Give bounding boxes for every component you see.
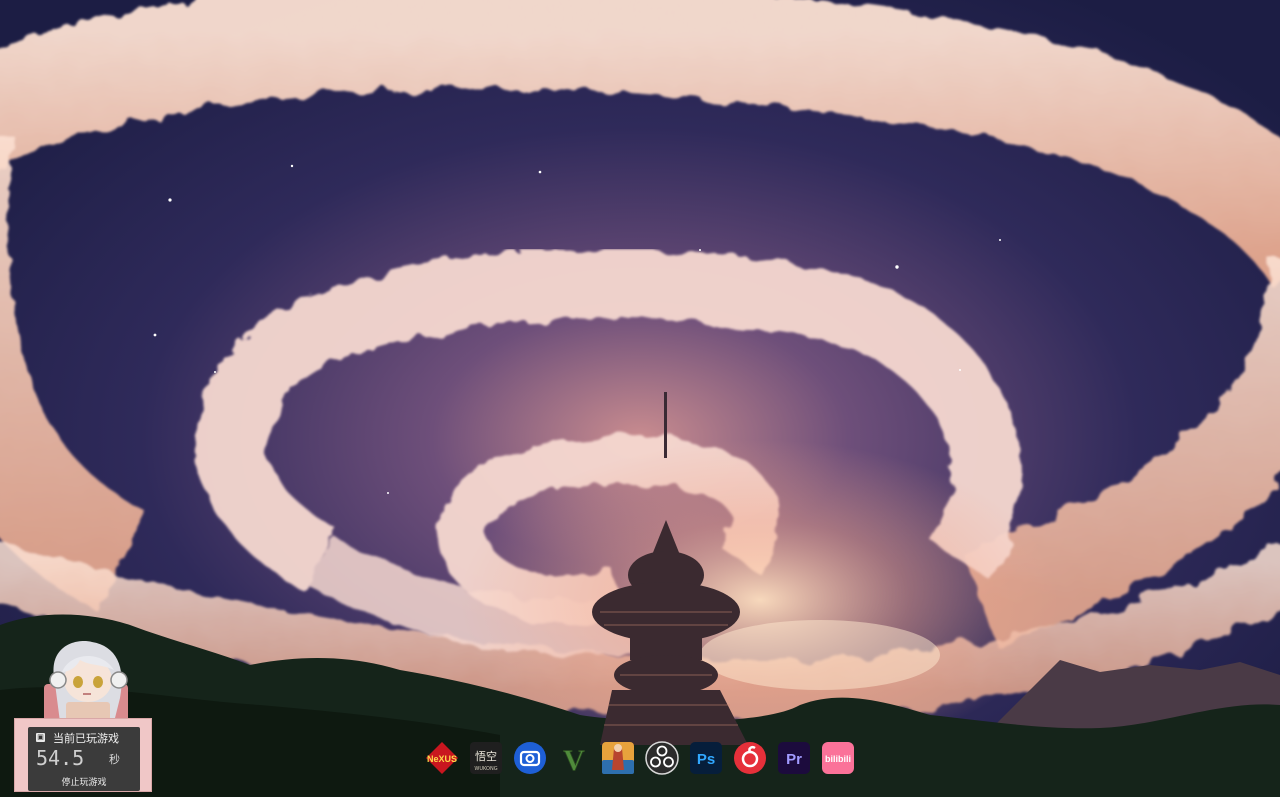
premiere-icon[interactable]: Pr: [776, 740, 812, 776]
svg-text:悟空: 悟空: [475, 749, 497, 763]
svg-text:Ps: Ps: [697, 751, 715, 768]
stop-gaming-button[interactable]: 停止玩游戏: [28, 775, 140, 788]
svg-text:Pr: Pr: [786, 751, 802, 768]
svg-text:NeXUS: NeXUS: [427, 754, 457, 764]
desktop-wallpaper: [0, 0, 1280, 797]
gta-v-icon[interactable]: V: [556, 740, 592, 776]
anime-girl-headphones-mascot-icon: [44, 641, 128, 726]
timer-app-icon: ▣: [36, 733, 45, 742]
nexus-icon[interactable]: NeXUS: [424, 740, 460, 776]
timer-title: 当前已玩游戏: [53, 732, 119, 745]
game-art-icon[interactable]: [600, 740, 636, 776]
taskbar-dock: NeXUS 悟空 WUKONG V Ps Pr bilibili: [424, 738, 860, 778]
timer-panel: ▣ 当前已玩游戏 54.5 秒 停止玩游戏: [14, 718, 152, 792]
wukong-icon[interactable]: 悟空 WUKONG: [468, 740, 504, 776]
obs-icon[interactable]: [644, 740, 680, 776]
timer-unit: 秒: [109, 753, 120, 766]
bilibili-icon[interactable]: bilibili: [820, 740, 856, 776]
game-timer-widget: ▣ 当前已玩游戏 54.5 秒 停止玩游戏: [14, 636, 154, 794]
timer-display: ▣ 当前已玩游戏 54.5 秒 停止玩游戏: [28, 727, 140, 791]
svg-text:WUKONG: WUKONG: [474, 766, 497, 772]
camera-icon[interactable]: [512, 740, 548, 776]
svg-text:bilibili: bilibili: [825, 754, 851, 764]
svg-text:V: V: [563, 744, 585, 776]
netease-music-icon[interactable]: [732, 740, 768, 776]
timer-value: 54.5: [36, 746, 85, 770]
photoshop-icon[interactable]: Ps: [688, 740, 724, 776]
